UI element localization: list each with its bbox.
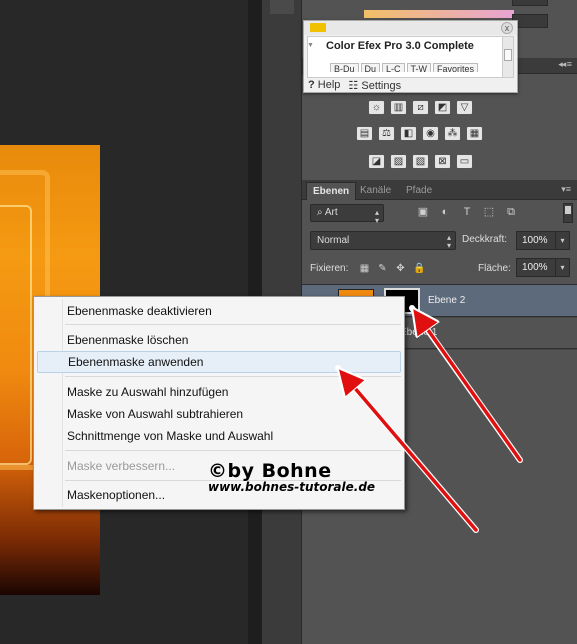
- tab-kanaele[interactable]: Kanäle: [354, 182, 397, 200]
- image-filter-icon[interactable]: ▣: [416, 205, 430, 219]
- adjustment-filter-icon[interactable]: ◐: [438, 205, 452, 219]
- layer-name[interactable]: Ebene 1: [400, 327, 437, 338]
- tab-tw[interactable]: T-W: [406, 63, 432, 72]
- close-icon[interactable]: x: [501, 22, 513, 34]
- color-slider[interactable]: [364, 10, 514, 18]
- chevron-updown-icon: ▴ ▾: [446, 233, 451, 250]
- blend-mode-value: Normal: [317, 235, 350, 246]
- levels-icon[interactable]: ▥: [390, 100, 407, 115]
- menu-separator: [65, 324, 401, 325]
- curves-icon[interactable]: ⧄: [412, 100, 429, 115]
- lock-position-icon[interactable]: ✥: [394, 262, 407, 275]
- lock-label: Fixieren:: [310, 263, 349, 274]
- settings-label: Settings: [361, 79, 402, 92]
- settings-button[interactable]: ☷ Settings: [348, 79, 401, 92]
- selective-color-icon[interactable]: ⊠: [434, 154, 451, 169]
- fill-value: 100%: [522, 262, 548, 273]
- chevron-down-icon[interactable]: ▾: [555, 232, 569, 249]
- photo-filter-icon[interactable]: ◉: [422, 126, 439, 141]
- layer-filter-value: Art: [324, 207, 338, 218]
- blend-mode-select[interactable]: Normal ▴ ▾: [310, 231, 456, 250]
- tab-favorites[interactable]: Favorites: [433, 63, 479, 72]
- type-filter-icon[interactable]: T: [460, 205, 474, 219]
- help-icon: ?: [308, 79, 315, 91]
- black-white-icon[interactable]: ◧: [400, 126, 417, 141]
- menu-item-disable-mask[interactable]: Ebenenmaske deaktivieren: [37, 300, 401, 322]
- menu-item-apply-mask[interactable]: Ebenenmaske anwenden: [37, 351, 401, 373]
- chevron-updown-icon: ▴ ▾: [374, 208, 379, 225]
- panel-menu-icon[interactable]: ▾≡: [561, 184, 571, 195]
- color-efex-titlebar[interactable]: x: [304, 21, 517, 35]
- layers-tabbar: Ebenen Kanäle Pfade ▾≡: [302, 180, 577, 200]
- smart-object-filter-icon[interactable]: ⧉: [504, 205, 518, 219]
- menu-item-intersect-mask-selection[interactable]: Schnittmenge von Maske und Auswahl: [37, 425, 401, 447]
- watermark-author: ©by Bohne: [208, 460, 332, 482]
- tab-ebenen[interactable]: Ebenen: [306, 182, 357, 200]
- channel-mixer-icon[interactable]: ⁂: [444, 126, 461, 141]
- opacity-label: Deckkraft:: [462, 234, 508, 245]
- image-glow-frame-inner: [0, 205, 32, 465]
- tab-pfade[interactable]: Pfade: [400, 182, 438, 200]
- help-button[interactable]: ? Help: [308, 79, 340, 91]
- menu-item-delete-mask[interactable]: Ebenenmaske löschen: [37, 329, 401, 351]
- filter-toggle[interactable]: [563, 203, 573, 223]
- color-efex-content: ▼ Color Efex Pro 3.0 Complete B-Du Du L-…: [307, 36, 504, 78]
- exposure-icon[interactable]: ◩: [434, 100, 451, 115]
- chevron-down-icon[interactable]: ▾: [555, 259, 569, 276]
- invert-icon[interactable]: ◪: [368, 154, 385, 169]
- layer-name[interactable]: Ebene 2: [428, 295, 465, 306]
- expand-triangle-icon[interactable]: ▼: [307, 42, 314, 49]
- color-efex-title: Color Efex Pro 3.0 Complete: [326, 40, 474, 52]
- color-efex-window[interactable]: x ▼ Color Efex Pro 3.0 Complete B-Du Du …: [303, 20, 518, 93]
- scrollbar-thumb[interactable]: [504, 49, 512, 61]
- tab-bdu[interactable]: B-Du: [330, 63, 359, 72]
- collapse-icon[interactable]: ◂◂ ≡: [558, 59, 572, 70]
- color-value-field[interactable]: [512, 0, 548, 6]
- nik-logo-icon: [310, 23, 326, 32]
- lock-all-icon[interactable]: 🔒: [413, 262, 426, 275]
- opacity-field[interactable]: 100% ▾: [516, 231, 570, 250]
- fill-field[interactable]: 100% ▾: [516, 258, 570, 277]
- lock-row: Fixieren: ▦ ✎ ✥ 🔒 Fläche: 100% ▾: [302, 258, 577, 278]
- panel-icon[interactable]: [270, 0, 294, 14]
- scrollbar[interactable]: [502, 36, 514, 78]
- hue-saturation-icon[interactable]: ▤: [356, 126, 373, 141]
- menu-item-subtract-mask-from-selection[interactable]: Maske von Auswahl subtrahieren: [37, 403, 401, 425]
- brightness-icon[interactable]: ☼: [368, 100, 385, 115]
- menu-item-add-mask-to-selection[interactable]: Maske zu Auswahl hinzufügen: [37, 381, 401, 403]
- tab-lc[interactable]: L-C: [382, 63, 405, 72]
- lock-transparent-icon[interactable]: ▦: [358, 262, 371, 275]
- help-label: Help: [317, 79, 341, 91]
- opacity-value: 100%: [522, 235, 548, 246]
- watermark: ©by Bohne www.bohnes-tutorale.de: [208, 460, 375, 494]
- color-lookup-icon[interactable]: ▦: [466, 126, 483, 141]
- layers-panel: ⌕ Art ▴ ▾ ▣ ◐ T ⬚ ⧉ Normal ▴ ▾ Deckkraft: …: [302, 200, 577, 292]
- watermark-url: www.bohnes-tutorale.de: [208, 480, 376, 494]
- threshold-icon[interactable]: ▧: [412, 154, 429, 169]
- menu-separator: [65, 376, 401, 377]
- menu-separator: [65, 450, 401, 451]
- fill-label: Fläche:: [478, 263, 511, 274]
- settings-icon: ☷: [348, 79, 359, 92]
- color-balance-icon[interactable]: ⚖: [378, 126, 395, 141]
- layer-filter-select[interactable]: ⌕ Art ▴ ▾: [310, 204, 384, 225]
- lock-pixels-icon[interactable]: ✎: [376, 262, 389, 275]
- search-icon: ⌕: [317, 207, 325, 218]
- posterize-icon[interactable]: ▨: [390, 154, 407, 169]
- shape-filter-icon[interactable]: ⬚: [482, 205, 496, 219]
- gradient-map-icon[interactable]: ▭: [456, 154, 473, 169]
- tab-du[interactable]: Du: [360, 63, 381, 72]
- vibrance-icon[interactable]: ▽: [456, 100, 473, 115]
- filter-toggle-knob: [565, 206, 571, 214]
